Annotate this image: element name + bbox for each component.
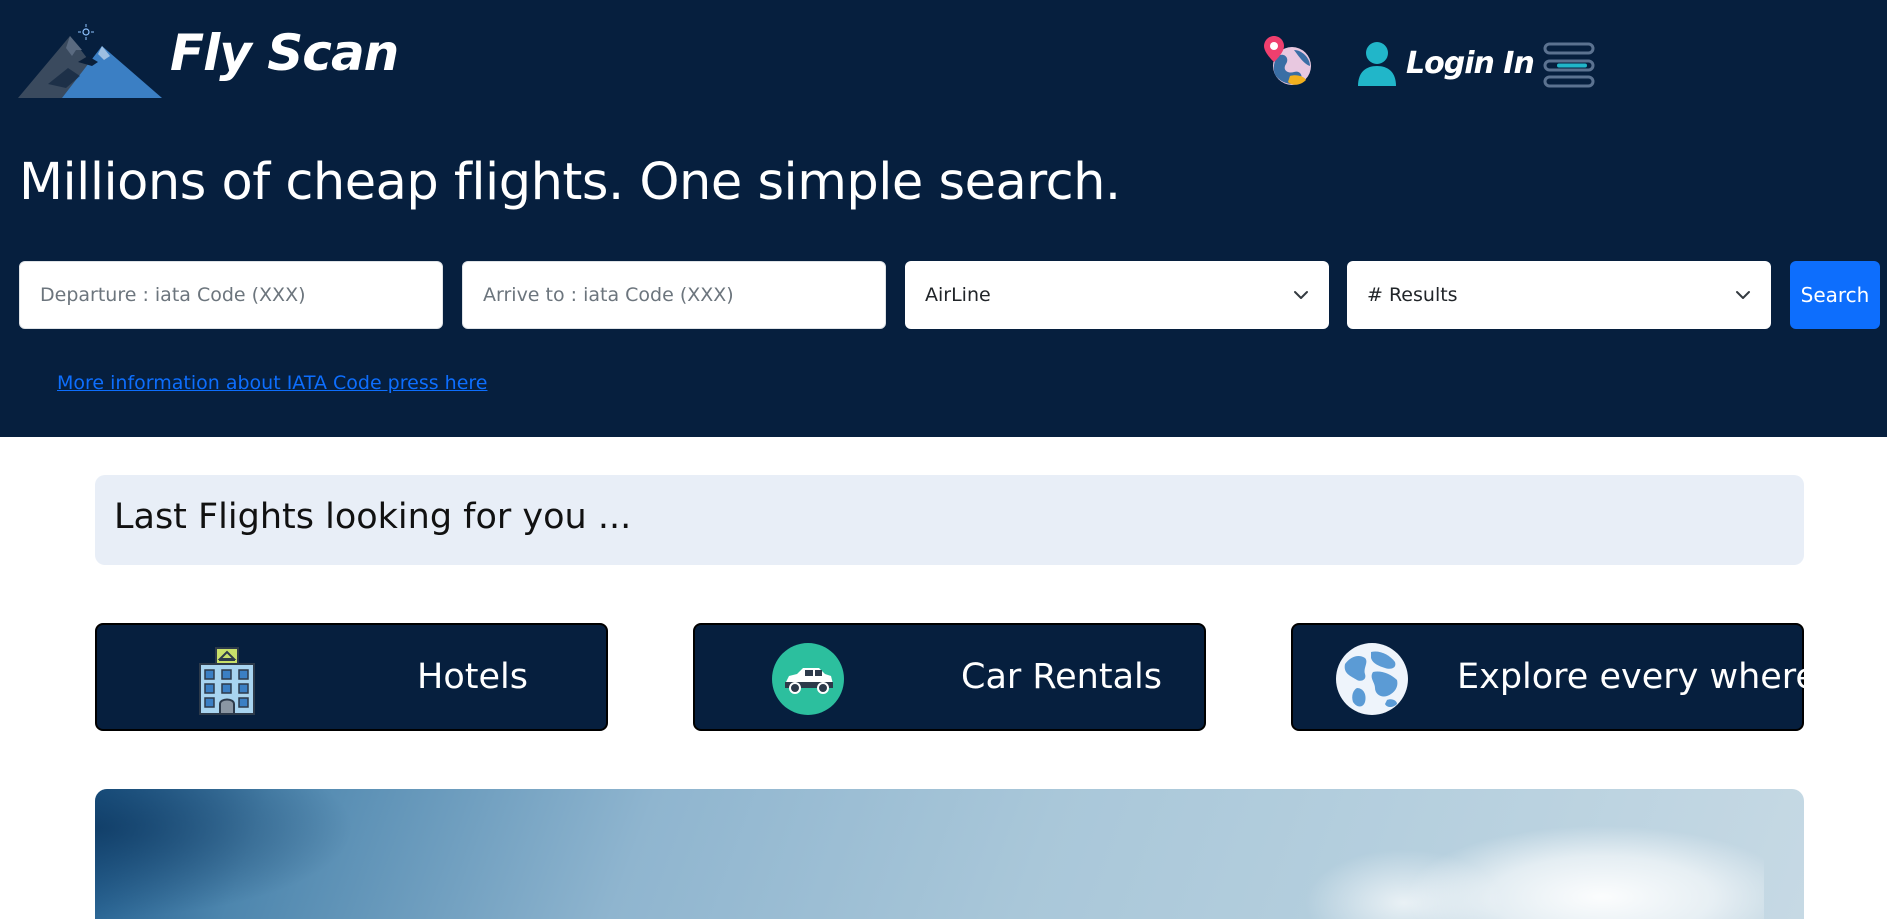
arrival-input[interactable] bbox=[462, 261, 886, 329]
results-select-value: # Results bbox=[1367, 284, 1458, 306]
login-button[interactable]: Login In bbox=[1356, 38, 1535, 88]
mountain-logo-icon[interactable] bbox=[18, 24, 162, 98]
cloud bbox=[1404, 825, 1764, 919]
map-globe-icon[interactable] bbox=[1264, 36, 1312, 90]
results-select[interactable]: # Results bbox=[1347, 261, 1771, 329]
page-headline: Millions of cheap flights. One simple se… bbox=[19, 153, 1121, 212]
explore-card[interactable]: Explore every where bbox=[1291, 623, 1817, 731]
airline-select-value: AirLine bbox=[925, 284, 991, 306]
hotel-building-icon bbox=[199, 647, 255, 715]
car-rentals-card[interactable]: Car Rentals bbox=[693, 623, 1206, 731]
search-button[interactable]: Search bbox=[1790, 261, 1880, 329]
brand-name[interactable]: Fly Scan bbox=[170, 24, 399, 82]
airline-select[interactable]: AirLine bbox=[905, 261, 1329, 329]
hotels-label: Hotels bbox=[417, 657, 528, 697]
globe-icon bbox=[1336, 643, 1408, 715]
user-icon bbox=[1358, 42, 1396, 86]
hamburger-menu-icon[interactable] bbox=[1543, 42, 1595, 88]
last-flights-title: Last Flights looking for you ... bbox=[114, 497, 632, 537]
login-label: Login In bbox=[1406, 45, 1535, 81]
sky-shade bbox=[95, 789, 355, 919]
chevron-down-icon bbox=[1294, 291, 1308, 299]
iata-info-link[interactable]: More information about IATA Code press h… bbox=[57, 372, 487, 394]
car-rentals-label: Car Rentals bbox=[961, 657, 1162, 697]
hero-sky-image bbox=[95, 789, 1804, 919]
hotels-card[interactable]: Hotels bbox=[95, 623, 608, 731]
explore-label: Explore every where bbox=[1457, 657, 1817, 697]
hero-header: Fly Scan Login In Millions of cheap flig… bbox=[0, 0, 1887, 437]
car-icon bbox=[772, 643, 844, 715]
chevron-down-icon bbox=[1736, 291, 1750, 299]
departure-input[interactable] bbox=[19, 261, 443, 329]
last-flights-panel: Last Flights looking for you ... bbox=[95, 475, 1804, 565]
